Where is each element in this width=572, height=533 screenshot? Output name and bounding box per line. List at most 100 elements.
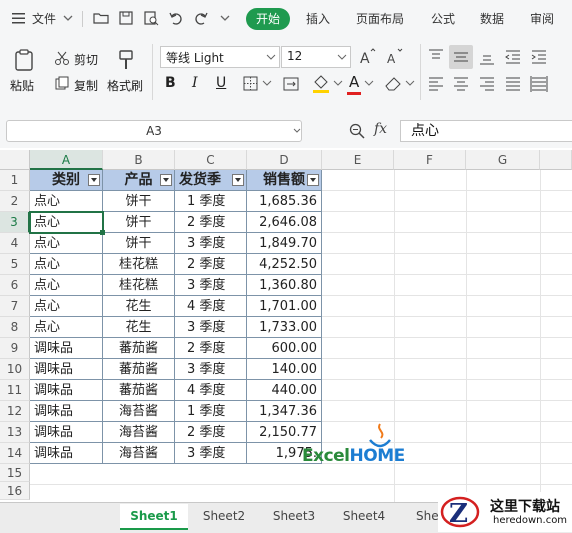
cell-product[interactable]: 蕃茄酱 — [103, 380, 175, 401]
row-header[interactable]: 1 — [0, 170, 30, 191]
cell-product[interactable]: 海苔酱 — [103, 422, 175, 443]
filter-dropdown-icon[interactable] — [160, 174, 172, 186]
fill-color-icon[interactable] — [311, 74, 331, 94]
align-top-icon[interactable] — [427, 48, 445, 66]
cell-sales[interactable]: 4,252.50 — [247, 254, 322, 275]
cell-product[interactable]: 桂花糕 — [103, 254, 175, 275]
cell-quarter[interactable]: 2 季度 — [175, 338, 247, 359]
sheet-tab-2[interactable]: Sheet2 — [192, 504, 256, 528]
undo-icon[interactable] — [167, 9, 185, 27]
column-header-d[interactable]: D — [247, 150, 322, 170]
row-header[interactable]: 11 — [0, 380, 30, 401]
row-header[interactable]: 14 — [0, 443, 30, 464]
sheet-tab-3[interactable]: Sheet3 — [262, 504, 326, 528]
cell-product[interactable]: 蕃茄酱 — [103, 359, 175, 380]
merge-cells-icon[interactable] — [282, 75, 300, 93]
cell-quarter[interactable]: 2 季度 — [175, 212, 247, 233]
row-header[interactable]: 5 — [0, 254, 30, 275]
cut-button[interactable]: 剪切 — [74, 51, 98, 68]
cell-sales[interactable]: 140.00 — [247, 359, 322, 380]
eraser-icon[interactable] — [383, 74, 403, 94]
increase-font-icon[interactable]: A — [358, 48, 376, 66]
row-header[interactable]: 13 — [0, 422, 30, 443]
align-center-icon[interactable] — [452, 75, 470, 93]
cell-quarter[interactable]: 1 季度 — [175, 401, 247, 422]
underline-button[interactable]: U — [216, 75, 226, 91]
align-middle-button[interactable] — [449, 45, 473, 69]
tab-page-layout[interactable]: 页面布局 — [356, 10, 404, 28]
sheet-tab-4[interactable]: Sheet4 — [332, 504, 396, 528]
cell-product[interactable]: 饼干 — [103, 212, 175, 233]
cell-product[interactable]: 花生 — [103, 317, 175, 338]
zoom-icon[interactable] — [348, 122, 366, 140]
quick-access-dropdown-icon[interactable] — [218, 9, 232, 27]
italic-button[interactable]: I — [192, 75, 198, 91]
column-header-c[interactable]: C — [175, 150, 247, 170]
cell-category[interactable]: 点心 — [30, 275, 103, 296]
column-header-e[interactable]: E — [322, 150, 394, 170]
sheet-tab-1[interactable]: Sheet1 — [120, 504, 188, 530]
cell-category[interactable]: 调味品 — [30, 422, 103, 443]
align-left-icon[interactable] — [427, 75, 445, 93]
row-header[interactable]: 2 — [0, 191, 30, 212]
paste-button[interactable]: 粘贴 — [10, 77, 34, 94]
chevron-down-icon[interactable] — [333, 78, 343, 88]
column-header-b[interactable]: B — [103, 150, 175, 170]
cell-sales[interactable]: 2,150.77 — [247, 422, 322, 443]
open-folder-icon[interactable] — [92, 9, 110, 27]
decrease-font-icon[interactable]: A — [385, 48, 403, 66]
cell-quarter[interactable]: 4 季度 — [175, 380, 247, 401]
sheet-tab-5[interactable]: She — [402, 504, 442, 528]
tab-home[interactable]: 开始 — [246, 8, 290, 30]
row-header[interactable]: 9 — [0, 338, 30, 359]
row-header[interactable]: 15 — [0, 464, 30, 482]
chevron-down-icon[interactable] — [262, 78, 272, 88]
cell-category[interactable]: 调味品 — [30, 380, 103, 401]
save-icon[interactable] — [117, 9, 135, 27]
tab-formulas[interactable]: 公式 — [431, 10, 455, 28]
print-preview-icon[interactable] — [142, 9, 160, 27]
chevron-down-icon[interactable] — [405, 78, 415, 88]
cell-sales[interactable]: 2,646.08 — [247, 212, 322, 233]
format-painter-icon[interactable] — [114, 48, 138, 72]
align-right-icon[interactable] — [478, 75, 496, 93]
file-menu[interactable]: 文件 — [32, 10, 56, 28]
cell-quarter[interactable]: 3 季度 — [175, 317, 247, 338]
row-header[interactable]: 3 — [0, 212, 30, 233]
cell-quarter[interactable]: 3 季度 — [175, 233, 247, 254]
fx-button[interactable]: fx — [374, 121, 387, 137]
tab-review[interactable]: 审阅 — [530, 10, 554, 28]
column-header-f[interactable]: F — [394, 150, 466, 170]
column-header-g[interactable]: G — [466, 150, 540, 170]
cell-product[interactable]: 海苔酱 — [103, 401, 175, 422]
fill-handle[interactable] — [100, 230, 105, 235]
cell-quarter[interactable]: 2 季度 — [175, 422, 247, 443]
cell-sales[interactable]: 1,701.00 — [247, 296, 322, 317]
cell-category[interactable]: 点心 — [30, 191, 103, 212]
tab-data[interactable]: 数据 — [480, 10, 504, 28]
cell-sales[interactable]: 1,347.36 — [247, 401, 322, 422]
paste-icon[interactable] — [12, 48, 36, 72]
cell-sales[interactable]: 1,733.00 — [247, 317, 322, 338]
cell-sales[interactable]: 440.00 — [247, 380, 322, 401]
chevron-down-icon[interactable] — [364, 78, 374, 88]
distributed-align-icon[interactable] — [530, 75, 548, 93]
row-header[interactable]: 7 — [0, 296, 30, 317]
select-all-corner[interactable] — [0, 150, 30, 170]
cell-category[interactable]: 调味品 — [30, 443, 103, 464]
cell-category[interactable]: 点心 — [30, 233, 103, 254]
chevron-down-icon[interactable] — [62, 9, 74, 27]
copy-button[interactable]: 复制 — [74, 77, 98, 94]
chevron-down-icon[interactable] — [293, 127, 301, 135]
row-header[interactable]: 6 — [0, 275, 30, 296]
align-bottom-icon[interactable] — [478, 48, 496, 66]
row-header[interactable]: 10 — [0, 359, 30, 380]
cell-product[interactable]: 桂花糕 — [103, 275, 175, 296]
row-header[interactable]: 12 — [0, 401, 30, 422]
cell-quarter[interactable]: 4 季度 — [175, 296, 247, 317]
cell-product[interactable]: 海苔酱 — [103, 443, 175, 464]
font-size-select[interactable]: 12 — [281, 46, 351, 68]
cell-category[interactable]: 调味品 — [30, 338, 103, 359]
row-header[interactable]: 8 — [0, 317, 30, 338]
cell-sales[interactable]: 1,849.70 — [247, 233, 322, 254]
